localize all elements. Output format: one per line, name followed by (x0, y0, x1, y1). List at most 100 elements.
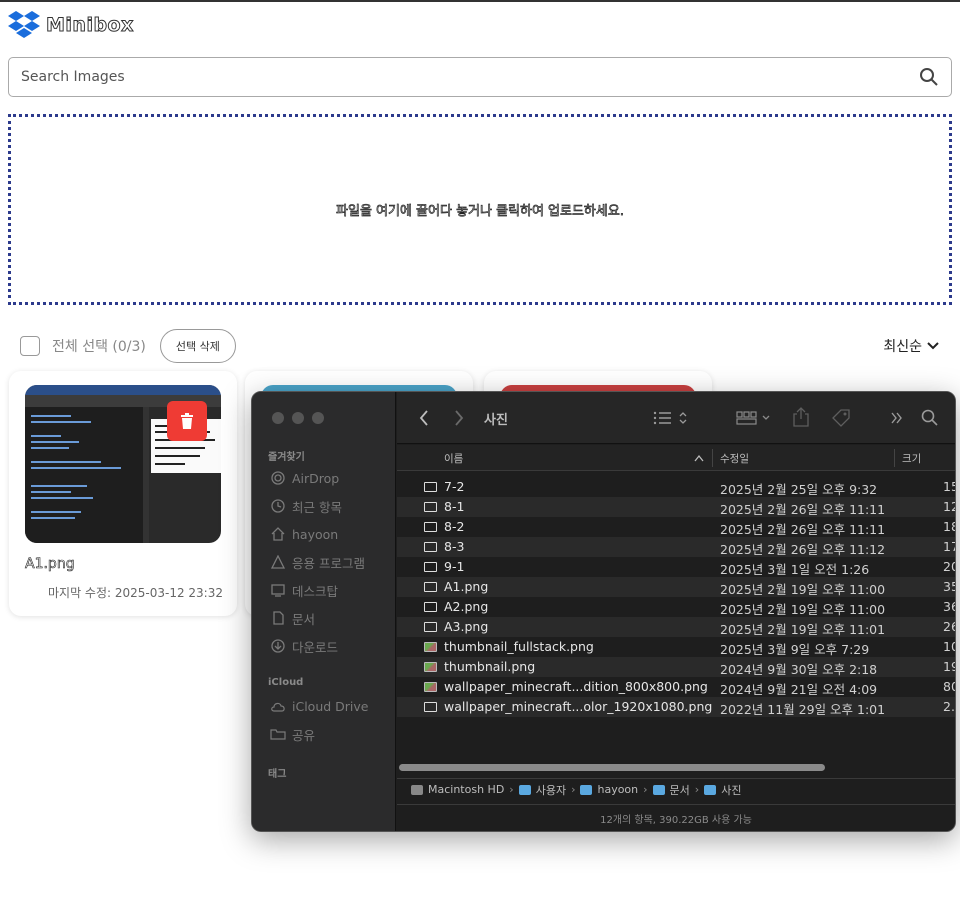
file-row[interactable]: 9-12025년 3월 1일 오전 1:2620 (397, 557, 955, 577)
finder-sidebar: 즐겨찾기 AirDrop 최근 항목 hayoon 응용 프로그램 데스크탑 문… (252, 392, 396, 831)
tags-heading: 태그 (268, 769, 287, 780)
file-icon (424, 522, 437, 532)
column-size[interactable]: 크기 (902, 451, 921, 466)
folder-icon (704, 784, 717, 795)
share-icon[interactable] (793, 407, 809, 427)
file-icon (424, 622, 437, 632)
path-item[interactable]: 문서 (670, 782, 690, 798)
sidebar-item-documents[interactable]: 문서 (270, 607, 315, 629)
search-input[interactable] (21, 69, 919, 85)
file-row[interactable]: A1.png2025년 2월 19일 오후 11:0035 (397, 577, 955, 597)
file-row[interactable]: 7-22025년 2월 25일 오후 9:3215 (397, 477, 955, 497)
back-chevron-icon[interactable] (419, 410, 429, 426)
airdrop-icon (270, 470, 286, 486)
sidebar-item-airdrop[interactable]: AirDrop (270, 467, 339, 489)
dropbox-logo-icon (8, 11, 40, 38)
image-file-icon (424, 662, 437, 672)
icloud-heading: iCloud (268, 677, 304, 688)
sidebar-item-recents[interactable]: 최근 항목 (270, 495, 342, 517)
file-row[interactable]: 8-22025년 2월 26일 오후 11:1118 (397, 517, 955, 537)
sidebar-item-shared[interactable]: 공유 (270, 723, 315, 745)
file-row[interactable]: thumbnail_fullstack.png 2025년 3월 9일 오후 7:… (397, 637, 955, 657)
select-all-checkbox[interactable] (20, 336, 40, 356)
file-icon (424, 602, 437, 612)
image-file-icon (424, 642, 437, 652)
path-separator: › (694, 783, 700, 796)
horizontal-scrollbar[interactable] (397, 760, 955, 772)
search-bar[interactable] (8, 57, 952, 97)
favorites-heading: 즐겨찾기 (268, 452, 305, 463)
sort-ascending-icon[interactable] (694, 454, 704, 462)
file-row[interactable]: 8-12025년 2월 26일 오후 11:1112 (397, 497, 955, 517)
sidebar-item-applications[interactable]: 응용 프로그램 (270, 551, 365, 573)
finder-window[interactable]: 즐겨찾기 AirDrop 최근 항목 hayoon 응용 프로그램 데스크탑 문… (251, 391, 956, 832)
app-title: Minibox (46, 14, 134, 37)
path-item[interactable]: 사용자 (536, 782, 566, 798)
column-date[interactable]: 수정일 (720, 451, 749, 466)
sort-label: 최신순 (883, 339, 922, 355)
image-modified-date: 마지막 수정: 2025-03-12 23:32 (47, 586, 223, 600)
search-icon[interactable] (921, 409, 939, 427)
app-header: Minibox (8, 10, 134, 40)
sidebar-item-downloads[interactable]: 다운로드 (270, 635, 338, 657)
file-icon (424, 582, 437, 592)
path-separator: › (643, 783, 648, 796)
upload-dropzone[interactable]: 파일을 여기에 끌어다 놓거나 클릭하여 업로드하세요. (8, 114, 952, 305)
clock-icon (270, 498, 286, 514)
shared-folder-icon (270, 726, 286, 742)
file-row[interactable]: wallpaper_minecraft...olor_1920x1080.png… (397, 697, 955, 717)
apps-icon (270, 554, 286, 570)
sidebar-item-home[interactable]: hayoon (270, 523, 338, 545)
sidebar-item-icloud-drive[interactable]: iCloud Drive (270, 695, 368, 717)
file-row[interactable]: wallpaper_minecraft...dition_800x800.png… (397, 677, 955, 697)
forward-chevron-icon[interactable] (454, 410, 464, 426)
desktop-icon (270, 582, 286, 598)
file-icon (424, 562, 437, 572)
file-row[interactable]: A3.png2025년 2월 19일 오후 11:0126 (397, 617, 955, 637)
close-window-button[interactable] (272, 412, 284, 424)
image-card[interactable]: A1.png 마지막 수정: 2025-03-12 23:32 (9, 371, 237, 616)
cloud-icon (270, 698, 286, 714)
window-controls (272, 412, 324, 424)
path-item[interactable]: hayoon (597, 783, 638, 796)
chevron-down-icon (927, 342, 939, 350)
tag-icon[interactable] (831, 408, 851, 428)
minimize-window-button[interactable] (292, 412, 304, 424)
sidebar-item-desktop[interactable]: 데스크탑 (270, 579, 338, 601)
image-thumbnail[interactable] (25, 385, 221, 543)
column-name[interactable]: 이름 (444, 451, 463, 466)
file-row[interactable]: A2.png2025년 2월 19일 오후 11:0036 (397, 597, 955, 617)
file-row[interactable]: 8-32025년 2월 26일 오후 11:1217 (397, 537, 955, 557)
status-text: 12개의 항목, 390.22GB 사용 가능 (600, 815, 752, 826)
column-header: 이름 수정일 크기 (397, 445, 955, 471)
status-bar: 12개의 항목, 390.22GB 사용 가능 (397, 804, 955, 831)
file-row[interactable]: thumbnail.png2024년 9월 30일 오후 2:1819 (397, 657, 955, 677)
scrollbar-thumb[interactable] (399, 764, 825, 771)
delete-image-button[interactable] (167, 401, 207, 441)
path-item[interactable]: Macintosh HD (428, 783, 504, 796)
folder-icon (580, 784, 593, 795)
list-view-icon[interactable] (653, 410, 689, 426)
folder-icon (518, 784, 531, 795)
delete-selected-button[interactable]: 선택 삭제 (159, 329, 236, 363)
file-icon (424, 482, 437, 492)
file-icon (424, 502, 437, 512)
finder-window-title: 사진 (484, 413, 508, 428)
document-icon (270, 610, 286, 626)
sort-dropdown[interactable]: 최신순 (883, 336, 940, 356)
group-view-icon[interactable] (736, 411, 772, 425)
selection-toolbar: 전체 선택 (0/3) 선택 삭제 최신순 (20, 329, 940, 363)
home-icon (270, 526, 286, 542)
image-file-icon (424, 682, 437, 692)
path-item[interactable]: 사진 (721, 782, 741, 798)
zoom-window-button[interactable] (312, 412, 324, 424)
search-icon[interactable] (919, 67, 939, 87)
file-list: 7-22025년 2월 25일 오후 9:3215 8-12025년 2월 26… (397, 477, 955, 717)
image-name: A1.png (25, 556, 75, 573)
path-bar: Macintosh HD › 사용자 › hayoon › 문서 › 사진 (397, 778, 955, 800)
dropzone-text: 파일을 여기에 끌어다 놓거나 클릭하여 업로드하세요. (336, 204, 625, 220)
download-icon (270, 638, 286, 654)
select-all-label: 전체 선택 (0/3) (52, 339, 146, 355)
more-chevron-icon[interactable] (890, 411, 904, 425)
path-separator: › (509, 783, 514, 796)
